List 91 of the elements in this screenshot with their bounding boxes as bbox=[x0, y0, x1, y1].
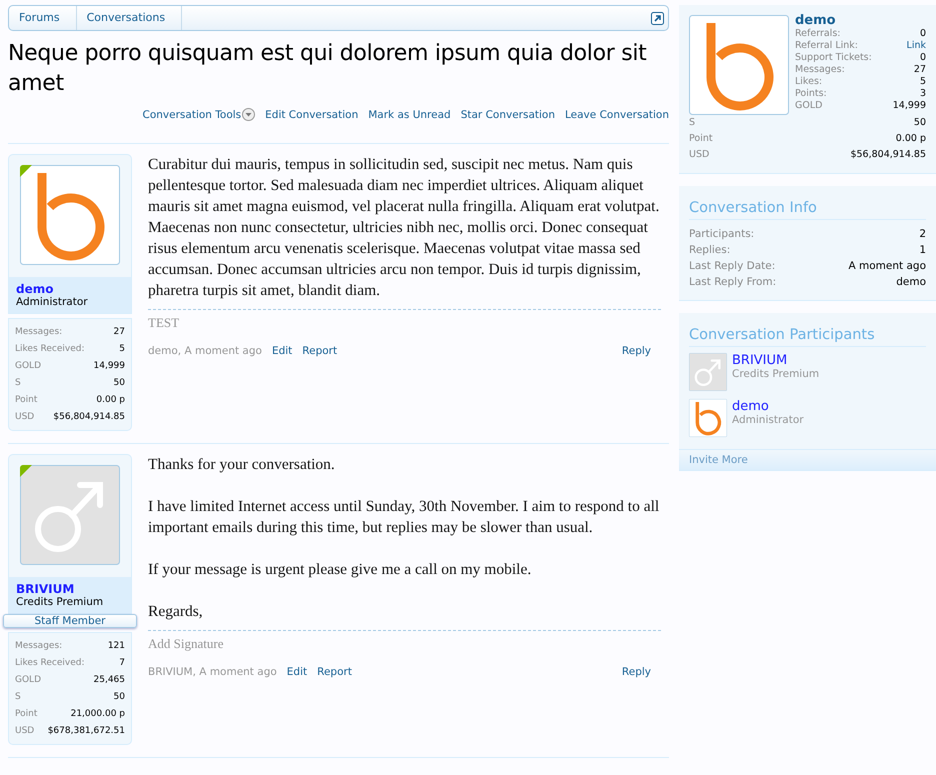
stat-value: 5 bbox=[119, 343, 125, 356]
stat-value: 21,000.00 p bbox=[70, 708, 125, 721]
toolbar-link[interactable]: Edit Conversation bbox=[265, 108, 358, 121]
stat-label: S bbox=[689, 116, 696, 130]
message-text: Regards, bbox=[148, 602, 204, 622]
stat-label: Point bbox=[689, 132, 713, 146]
post-action-link[interactable]: Edit bbox=[272, 345, 292, 357]
dropdown-icon bbox=[242, 108, 256, 121]
stat-value: $56,804,914.85 bbox=[53, 411, 125, 424]
stat-label: Points: bbox=[795, 88, 827, 100]
male-symbol-avatar bbox=[689, 353, 727, 391]
referral-link[interactable]: Link bbox=[906, 40, 926, 52]
stat-label: Likes Received: bbox=[15, 343, 84, 356]
stat-value: 5 bbox=[920, 76, 926, 88]
stat-label: Point bbox=[15, 394, 38, 407]
stat-label: GOLD bbox=[795, 100, 822, 112]
reply-link[interactable]: Reply bbox=[622, 345, 651, 357]
participant-name-link[interactable]: BRIVIUM bbox=[732, 353, 820, 368]
participant-title: Credits Premium bbox=[732, 368, 820, 380]
stat-label: Referrals: bbox=[795, 28, 840, 40]
info-label: Last Reply From: bbox=[689, 275, 776, 290]
stat-value: 0 bbox=[920, 52, 926, 64]
section-heading: Conversation Participants bbox=[689, 327, 926, 347]
info-value: 2 bbox=[919, 227, 926, 242]
user-title: Administrator bbox=[16, 296, 89, 308]
breadcrumb-link[interactable]: Forums bbox=[9, 6, 77, 30]
post-action-link[interactable]: Report bbox=[302, 345, 338, 357]
participant-title: Administrator bbox=[732, 414, 804, 426]
username-link[interactable]: demo bbox=[795, 13, 926, 28]
stat-label: S bbox=[15, 377, 21, 390]
stat-value: 27 bbox=[114, 326, 125, 339]
post-action-link[interactable]: Edit bbox=[286, 666, 308, 678]
info-label: Replies: bbox=[689, 243, 730, 258]
user-title: Credits Premium bbox=[16, 596, 104, 608]
post-author-time: BRIVIUM, A moment ago bbox=[148, 666, 277, 678]
stat-label: Support Tickets: bbox=[795, 52, 872, 64]
stat-value: 121 bbox=[108, 640, 125, 653]
staff-member-ribbon: Staff Member bbox=[3, 614, 137, 628]
stat-value: 7 bbox=[119, 657, 125, 670]
stat-label: GOLD bbox=[15, 674, 42, 687]
info-value: demo bbox=[896, 275, 926, 290]
letter-b-logo-avatar bbox=[689, 399, 727, 437]
signature-text: TEST bbox=[148, 309, 661, 331]
message-text: Curabitur dui mauris, tempus in sollicitudin sed, suscipit nec metus. Nam quis pellentesque tortor. Sed malesuada diam nec imperdiet ultrices. Aliquam aliquet mauris sit amet magna euismod, vel placerat nulla fringilla. Aliquam erat volutpat. Maecenas non nunc consectetur, ultricies nibh nec, mollis orci. Donec consequat risus elementum arcu venenatis scelerisque. Maecenas volutpat vitae massa sed accumsan. Donec accumsan ultricies arcu non tempor. Duis id turpis dignissim, pharetra turpis sit amet, blandit diam. bbox=[148, 155, 660, 301]
username-link[interactable]: demo bbox=[16, 282, 124, 296]
info-value: A moment ago bbox=[848, 259, 926, 274]
stat-value: 0.00 p bbox=[96, 394, 125, 407]
stat-label: Messages: bbox=[15, 640, 62, 653]
toolbar-link[interactable]: Mark as Unread bbox=[368, 108, 451, 121]
stat-value: 50 bbox=[914, 116, 926, 130]
conversation-title: Neque porro quisquam est qui dolorem ipsum quia dolor sit amet bbox=[8, 40, 648, 98]
participant-name-link[interactable]: demo bbox=[732, 399, 804, 414]
stat-value: 0 bbox=[920, 28, 926, 40]
stat-label: Referral Link: bbox=[795, 40, 858, 52]
message-text: If your message is urgent please give me a call on my mobile. bbox=[148, 560, 532, 580]
stat-value: 14,999 bbox=[94, 360, 125, 373]
stat-value: 25,465 bbox=[94, 674, 125, 687]
stat-label: Messages: bbox=[795, 64, 845, 76]
stat-value: $678,381,672.51 bbox=[48, 725, 125, 738]
stat-value: 0.00 p bbox=[896, 132, 926, 146]
stat-value: 50 bbox=[114, 691, 125, 704]
post-action-link[interactable]: Report bbox=[317, 666, 352, 678]
stat-value: 14,999 bbox=[892, 100, 926, 112]
toolbar-link[interactable]: Leave Conversation bbox=[565, 108, 669, 121]
tools-menu-link[interactable]: Conversation Tools bbox=[142, 108, 256, 121]
stat-value: $56,804,914.85 bbox=[850, 148, 926, 162]
stat-label: USD bbox=[15, 411, 34, 424]
toolbar-link[interactable]: Star Conversation bbox=[460, 108, 555, 121]
stat-label: Likes Received: bbox=[15, 657, 84, 670]
message-text: I have limited Internet access until Sunday, 30th November. I aim to respond to all important emails during this time, but replies may be slower than usual. bbox=[148, 497, 660, 538]
username-link[interactable]: BRIVIUM bbox=[16, 582, 124, 596]
stat-label: USD bbox=[689, 148, 710, 162]
reply-link[interactable]: Reply bbox=[622, 666, 651, 678]
info-value: 1 bbox=[919, 243, 926, 258]
section-heading: Conversation Info bbox=[689, 200, 926, 220]
stat-value: 50 bbox=[114, 377, 125, 390]
stat-label: Messages: bbox=[15, 326, 62, 339]
info-label: Last Reply Date: bbox=[689, 259, 776, 274]
post-author-time: demo, A moment ago bbox=[148, 345, 262, 357]
stat-label: GOLD bbox=[15, 360, 42, 373]
signature-text: Add Signature bbox=[148, 630, 661, 652]
stat-label: S bbox=[15, 691, 21, 704]
stat-value: 3 bbox=[920, 88, 926, 100]
stat-label: Point bbox=[15, 708, 38, 721]
stat-label: Likes: bbox=[795, 76, 822, 88]
stat-label: USD bbox=[15, 725, 34, 738]
stat-value: 27 bbox=[914, 64, 926, 76]
info-label: Participants: bbox=[689, 227, 754, 242]
jump-icon[interactable] bbox=[651, 12, 664, 24]
breadcrumb-link[interactable]: Conversations bbox=[76, 6, 182, 30]
message-text: Thanks for your conversation. bbox=[148, 455, 336, 475]
